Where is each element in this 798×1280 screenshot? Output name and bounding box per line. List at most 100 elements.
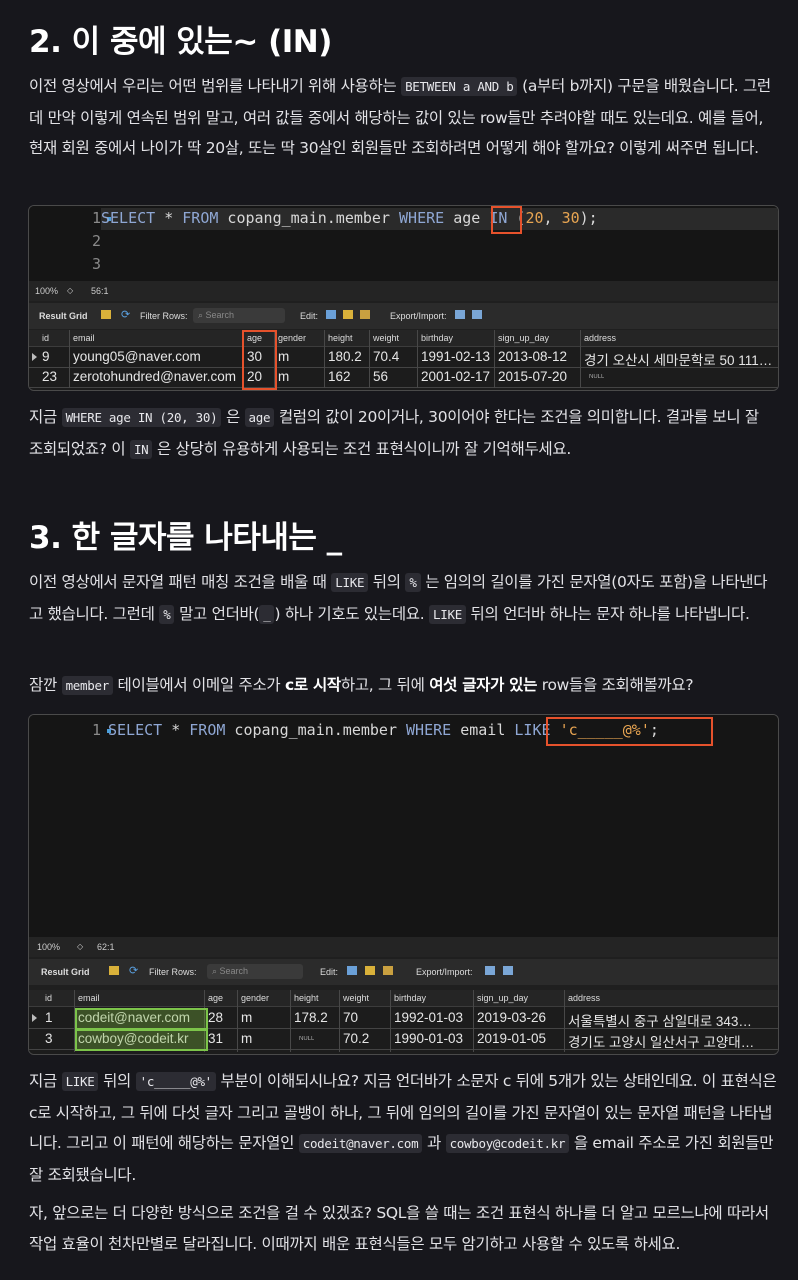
inline-code: %: [405, 573, 421, 592]
cell-address[interactable]: 경기도 고양시 일산서구 고양대…: [568, 1031, 776, 1051]
section-3-intro-paragraph: 이전 영상에서 문자열 패턴 매칭 조건을 배울 때 LIKE 뒤의 % 는 임…: [29, 573, 768, 624]
cell-weight[interactable]: 56: [373, 369, 388, 384]
cell-email[interactable]: zerotohundred@naver.com: [73, 369, 245, 384]
current-row-marker-icon: [32, 353, 37, 361]
inline-code: _: [259, 604, 275, 624]
cell-id[interactable]: 9: [42, 349, 50, 364]
result-grid-label: Result Grid: [41, 967, 90, 977]
col-header-birthday[interactable]: birthday: [394, 993, 426, 1003]
import-icon[interactable]: [472, 310, 482, 319]
cell-gender[interactable]: m: [241, 1031, 252, 1046]
col-header-weight[interactable]: weight: [373, 333, 399, 343]
delete-row-icon[interactable]: [383, 966, 393, 975]
filter-rows-label: Filter Rows:: [140, 311, 188, 321]
cell-height[interactable]: 180.2: [328, 349, 362, 364]
grid-view-icon[interactable]: [101, 310, 111, 319]
cell-age[interactable]: 31: [208, 1031, 223, 1046]
cell-age[interactable]: 28: [208, 1010, 223, 1025]
cell-height-null[interactable]: NULL: [299, 1036, 314, 1042]
zoom-stepper-icon[interactable]: ◇: [77, 942, 83, 951]
filter-search-input[interactable]: ⌕ Search: [207, 964, 303, 979]
cell-sign-up-day[interactable]: 2013-08-12: [498, 349, 567, 364]
cell-height[interactable]: 178.2: [294, 1010, 328, 1025]
edit-row-icon[interactable]: [347, 966, 357, 975]
cell-weight[interactable]: 70.2: [343, 1031, 369, 1046]
table-row[interactable]: 23 zerotohundred@naver.com 20 m 162 56 2…: [29, 368, 778, 388]
cell-address[interactable]: 서울특별시 중구 삼일대로 343…: [568, 1010, 776, 1030]
edit-row-icon[interactable]: [326, 310, 336, 319]
line-number: 1: [91, 721, 101, 739]
cell-birthday[interactable]: 1990-01-03: [394, 1031, 463, 1046]
col-header-email[interactable]: email: [73, 333, 95, 343]
inline-code: IN: [129, 439, 153, 459]
refresh-icon[interactable]: ⟳: [129, 964, 138, 977]
section-3-explanation-paragraph: 지금 LIKE 뒤의 'c_____@%' 부분이 이해되시나요? 지금 언더바…: [29, 1072, 777, 1184]
email-match-highlight: [75, 1008, 208, 1030]
zoom-level[interactable]: 100%: [37, 942, 60, 952]
cell-weight[interactable]: 70: [343, 1010, 358, 1025]
refresh-icon[interactable]: ⟳: [121, 308, 130, 321]
col-header-sign-up-day[interactable]: sign_up_day: [498, 333, 549, 343]
col-header-height[interactable]: height: [294, 993, 319, 1003]
table-row[interactable]: 9 young05@naver.com 30 m 180.2 70.4 1991…: [29, 348, 778, 368]
inline-code: WHERE age IN (20, 30): [61, 408, 222, 427]
add-row-icon[interactable]: [343, 310, 353, 319]
col-header-height[interactable]: height: [328, 333, 353, 343]
inline-code: age: [244, 408, 275, 427]
col-header-birthday[interactable]: birthday: [421, 333, 453, 343]
cursor-position: 62:1: [97, 942, 115, 952]
filter-search-input[interactable]: ⌕ Search: [193, 308, 285, 323]
cell-height[interactable]: 162: [328, 369, 351, 384]
grid-view-icon[interactable]: [109, 966, 119, 975]
filter-rows-label: Filter Rows:: [149, 967, 197, 977]
export-import-label: Export/Import:: [390, 311, 447, 321]
cell-email[interactable]: young05@naver.com: [73, 349, 241, 364]
delete-row-icon[interactable]: [360, 310, 370, 319]
inline-code: LIKE: [429, 604, 466, 624]
cell-address-null[interactable]: NULL: [589, 374, 604, 380]
col-header-gender[interactable]: gender: [241, 993, 269, 1003]
export-icon[interactable]: [455, 310, 465, 319]
cell-birthday[interactable]: 2001-02-17: [421, 369, 490, 384]
col-header-age[interactable]: age: [208, 993, 223, 1003]
cell-gender[interactable]: m: [278, 349, 289, 364]
add-row-icon[interactable]: [365, 966, 375, 975]
export-icon[interactable]: [485, 966, 495, 975]
cell-address[interactable]: 경기 오산시 세마문학로 50 111…: [584, 349, 776, 369]
result-grid-label: Result Grid: [39, 311, 88, 321]
col-header-gender[interactable]: gender: [278, 333, 306, 343]
cell-sign-up-day[interactable]: 2019-03-26: [477, 1010, 546, 1025]
col-header-id[interactable]: id: [42, 333, 49, 343]
col-header-address[interactable]: address: [584, 333, 616, 343]
sql-screenshot-like: 1 SELECT * FROM copang_main.member WHERE…: [28, 714, 779, 1055]
zoom-level[interactable]: 100%: [35, 286, 58, 296]
zoom-stepper-icon[interactable]: ◇: [67, 286, 73, 295]
cell-birthday[interactable]: 1992-01-03: [394, 1010, 463, 1025]
section-3-question-paragraph: 잠깐 member 테이블에서 이메일 주소가 c로 시작하고, 그 뒤에 여섯…: [29, 676, 694, 695]
result-grid-like: id email age gender height weight birthd…: [29, 990, 778, 1054]
cell-weight[interactable]: 70.4: [373, 349, 399, 364]
cell-id[interactable]: 3: [45, 1031, 53, 1046]
inline-code: LIKE: [331, 573, 369, 592]
result-grid-in: id email age gender height weight birthd…: [29, 330, 778, 390]
col-header-address[interactable]: address: [568, 993, 600, 1003]
cell-gender[interactable]: m: [241, 1010, 252, 1025]
sql-screenshot-in: 1 2 3 SELECT * FROM copang_main.member W…: [28, 205, 779, 391]
sql-editor: 1 SELECT * FROM copang_main.member WHERE…: [29, 715, 778, 939]
edit-label: Edit:: [320, 967, 339, 977]
cell-birthday[interactable]: 1991-02-13: [421, 349, 490, 364]
import-icon[interactable]: [503, 966, 513, 975]
inline-code: LIKE: [61, 1072, 99, 1091]
cell-sign-up-day[interactable]: 2019-01-05: [477, 1031, 546, 1046]
col-header-weight[interactable]: weight: [343, 993, 369, 1003]
cell-sign-up-day[interactable]: 2015-07-20: [498, 369, 567, 384]
cell-id[interactable]: 1: [45, 1010, 53, 1025]
col-header-id[interactable]: id: [45, 993, 52, 1003]
cell-id[interactable]: 23: [42, 369, 57, 384]
grid-header: id email age gender height weight birthd…: [29, 330, 778, 347]
col-header-email[interactable]: email: [78, 993, 100, 1003]
sql-query-line[interactable]: SELECT * FROM copang_main.member WHERE a…: [101, 209, 598, 227]
cell-gender[interactable]: m: [278, 369, 289, 384]
col-header-sign-up-day[interactable]: sign_up_day: [477, 993, 528, 1003]
grid-header: id email age gender height weight birthd…: [29, 990, 778, 1007]
